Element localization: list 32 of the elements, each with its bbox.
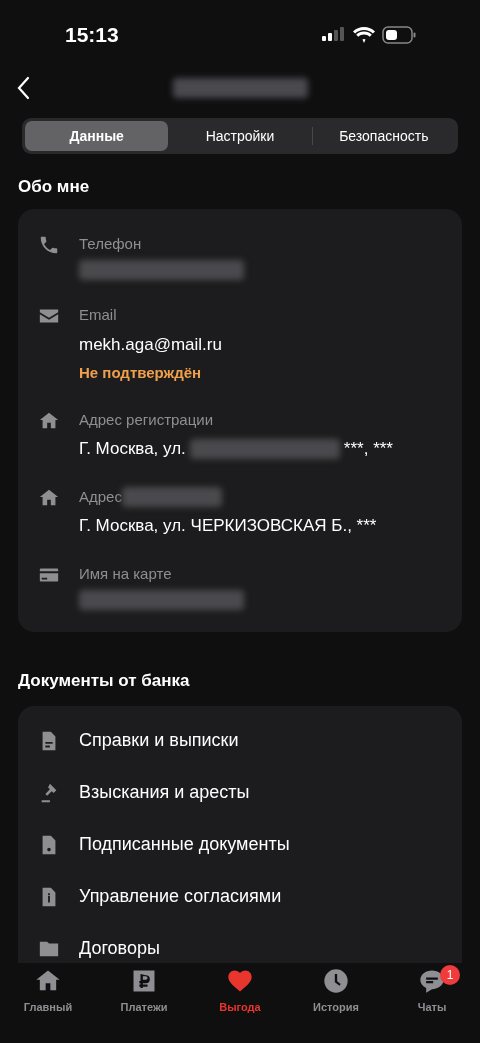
status-text: Не подтверждён	[79, 363, 203, 383]
tab[interactable]: Данные	[25, 121, 169, 151]
menu-item[interactable]: Взыскания и аресты	[38, 781, 442, 804]
tab[interactable]: Настройки	[168, 121, 312, 151]
field-value: mekh.aga@mail.ru	[79, 333, 222, 356]
menu-item[interactable]: Договоры	[38, 937, 442, 960]
field-value: ***, ***	[343, 438, 393, 460]
nav-tab[interactable]: История	[288, 967, 384, 1043]
field-value: Г. Москва, ул.	[79, 438, 186, 460]
wifi-icon	[353, 27, 375, 43]
notification-badge: 1	[440, 965, 460, 985]
menu-item[interactable]: Управление согласиями	[38, 885, 442, 908]
clock-icon	[322, 967, 350, 995]
field-label: Имя на карте	[79, 563, 172, 584]
section-title: Документы от банка	[18, 670, 191, 692]
field-label: Адрес регистрации	[79, 409, 214, 430]
signal-icon	[322, 27, 346, 43]
field-label: Телефон	[79, 233, 142, 254]
menu-item[interactable]: Подписанные документы	[38, 833, 442, 856]
menu-item[interactable]: Справки и выписки	[38, 729, 442, 752]
nav-tab[interactable]: Главный	[0, 967, 96, 1043]
field-label: Email	[79, 305, 117, 325]
tab[interactable]: Безопасность	[312, 121, 455, 151]
battery-icon	[382, 26, 416, 44]
back-icon	[16, 76, 30, 100]
nav-tab[interactable]: Выгода	[192, 967, 288, 1043]
section-title: Обо мне	[18, 176, 91, 198]
nav-tab[interactable]: Чаты 1	[384, 967, 480, 1043]
nav-tab[interactable]: Платежи	[96, 967, 192, 1043]
field-value: Г. Москва, ул. ЧЕРКИЗОВСКАЯ Б., ***	[79, 515, 377, 537]
status-time: 15:13	[65, 22, 119, 49]
field-label: Адрес	[79, 486, 122, 507]
